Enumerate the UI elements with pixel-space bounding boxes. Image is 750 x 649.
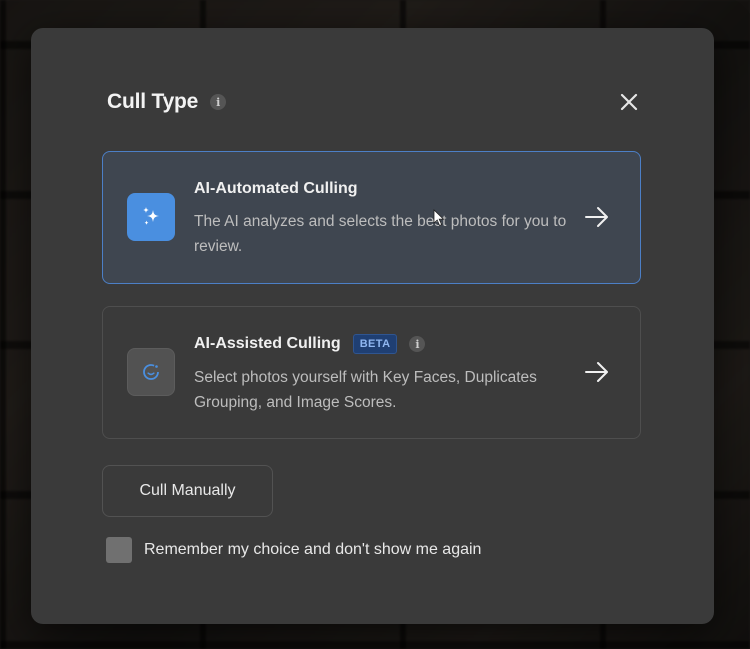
close-icon bbox=[620, 93, 638, 111]
dialog-title: Cull Type bbox=[107, 90, 199, 113]
info-icon[interactable]: i bbox=[409, 336, 426, 352]
sparkle-icon bbox=[127, 193, 175, 241]
option-title: AI-Assisted Culling bbox=[194, 335, 341, 352]
option-description: The AI analyzes and selects the best pho… bbox=[194, 213, 567, 255]
remember-label: Remember my choice and don't show me aga… bbox=[144, 541, 482, 558]
cull-type-dialog: Cull Type i AI-Automated Culling The AI … bbox=[31, 28, 714, 624]
close-button[interactable] bbox=[617, 90, 641, 114]
option-title-row: AI-Assisted Culling BETA i bbox=[194, 334, 426, 354]
option-description: Select photos yourself with Key Faces, D… bbox=[194, 369, 537, 411]
beta-badge: BETA bbox=[352, 334, 398, 354]
info-icon[interactable]: i bbox=[210, 94, 227, 110]
mouse-cursor-icon bbox=[433, 209, 445, 227]
option-ai-automated-culling[interactable]: AI-Automated Culling The AI analyzes and… bbox=[102, 151, 641, 284]
assisted-cull-icon bbox=[127, 348, 175, 396]
remember-choice-row[interactable]: Remember my choice and don't show me aga… bbox=[106, 537, 481, 563]
arrow-right-icon bbox=[585, 207, 608, 227]
dialog-header: Cull Type i bbox=[107, 90, 227, 114]
remember-checkbox[interactable] bbox=[106, 537, 132, 563]
option-ai-assisted-culling[interactable]: AI-Assisted Culling BETA i Select photos… bbox=[102, 306, 641, 439]
option-title-row: AI-Automated Culling bbox=[194, 180, 358, 198]
arrow-right-icon bbox=[585, 362, 608, 382]
cull-manually-button[interactable]: Cull Manually bbox=[102, 465, 273, 517]
option-title: AI-Automated Culling bbox=[194, 180, 358, 197]
